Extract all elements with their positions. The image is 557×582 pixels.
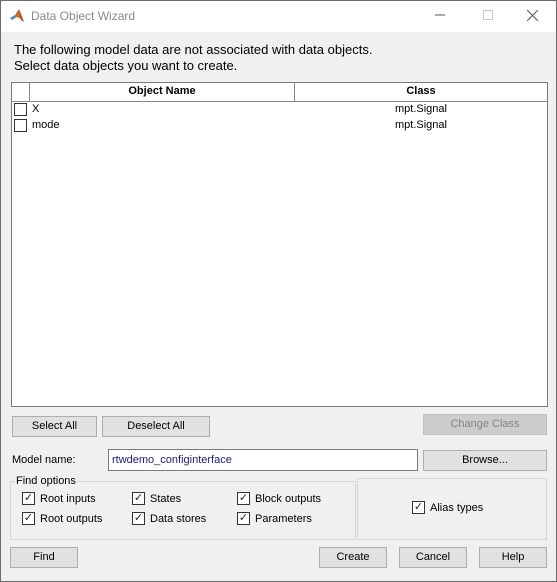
matlab-icon [9,8,25,24]
intro-text: The following model data are not associa… [14,42,372,74]
class-cell[interactable]: mpt.Signal [295,119,547,131]
checkmark-icon: ✓ [23,492,34,504]
table-row[interactable]: X mpt.Signal [12,102,547,118]
alias-types-label: Alias types [430,502,484,514]
select-all-button[interactable]: Select All [12,416,97,437]
find-options-group [10,481,356,540]
parameters-label: Parameters [255,513,312,525]
row-checkbox[interactable] [14,119,27,132]
close-button[interactable] [509,1,555,32]
intro-line-2: Select data objects you want to create. [14,58,238,73]
close-icon [526,9,538,24]
find-options-title: Find options [15,475,77,487]
intro-line-1: The following model data are not associa… [14,42,373,57]
root-outputs-label: Root outputs [40,513,103,525]
maximize-icon [483,10,493,23]
root-outputs-checkbox[interactable]: ✓ [22,512,35,525]
object-name-cell: X [32,103,40,115]
data-object-wizard-window: Data Object Wizard The following model d… [0,0,557,582]
column-header-object-name[interactable]: Object Name [30,83,295,101]
maximize-button[interactable] [465,1,511,32]
states-label: States [150,493,182,505]
checkmark-icon: ✓ [238,492,249,504]
root-inputs-label: Root inputs [40,493,96,505]
model-name-label: Model name: [12,454,76,466]
column-header-class[interactable]: Class [295,83,547,101]
find-button[interactable]: Find [10,547,78,568]
class-cell[interactable]: mpt.Signal [295,103,547,115]
window-title: Data Object Wizard [31,9,136,23]
block-outputs-label: Block outputs [255,493,322,505]
alias-types-checkbox[interactable]: ✓ [412,501,425,514]
checkmark-icon: ✓ [23,512,34,524]
minimize-button[interactable] [417,1,463,32]
object-name-cell: mode [32,119,60,131]
model-name-field[interactable]: rtwdemo_configinterface [108,449,418,471]
checkmark-icon: ✓ [133,492,144,504]
block-outputs-checkbox[interactable]: ✓ [237,492,250,505]
states-checkbox[interactable]: ✓ [132,492,145,505]
parameters-checkbox[interactable]: ✓ [237,512,250,525]
column-header-select[interactable] [12,83,30,101]
title-bar: Data Object Wizard [1,1,556,32]
create-button[interactable]: Create [319,547,387,568]
table-row[interactable]: mode mpt.Signal [12,118,547,134]
minimize-icon [435,10,445,23]
help-button[interactable]: Help [479,547,547,568]
checkmark-icon: ✓ [413,501,424,513]
root-inputs-checkbox[interactable]: ✓ [22,492,35,505]
checkmark-icon: ✓ [238,512,249,524]
data-stores-label: Data stores [150,513,207,525]
deselect-all-button[interactable]: Deselect All [102,416,210,437]
browse-button[interactable]: Browse... [423,450,547,471]
data-objects-table[interactable]: Object Name Class X mpt.Signal mode mpt.… [11,82,548,407]
cancel-button[interactable]: Cancel [399,547,467,568]
checkmark-icon: ✓ [133,512,144,524]
change-class-button[interactable]: Change Class [423,414,547,435]
table-header: Object Name Class [12,83,547,102]
data-stores-checkbox[interactable]: ✓ [132,512,145,525]
row-checkbox[interactable] [14,103,27,116]
